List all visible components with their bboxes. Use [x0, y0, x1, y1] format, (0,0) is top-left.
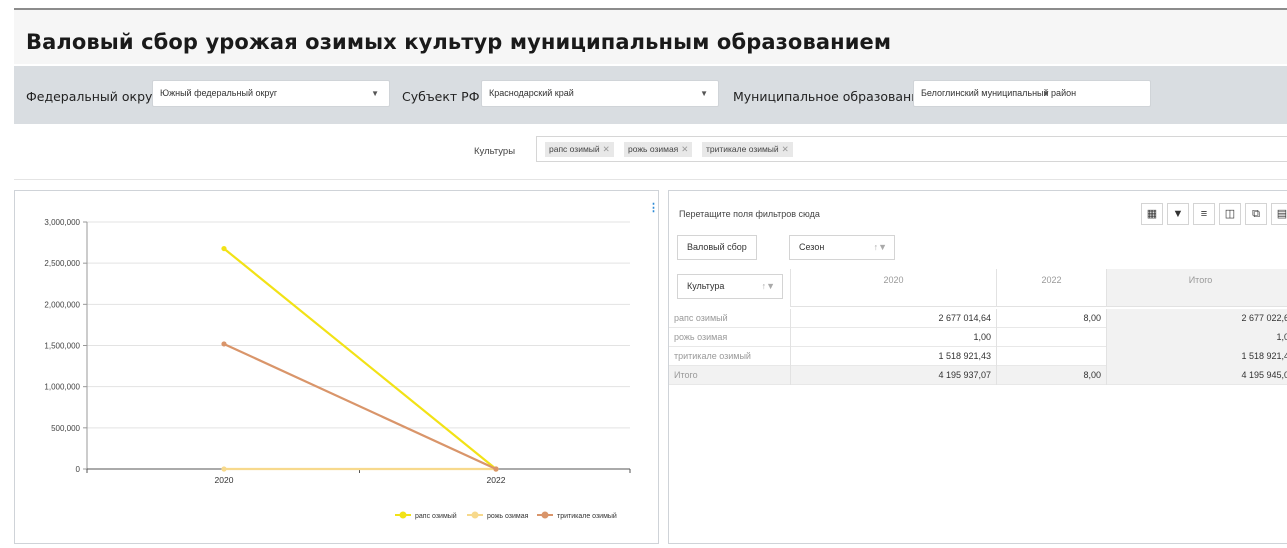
filter-drop-hint: Перетащите поля фильтров сюда: [679, 209, 820, 219]
table-row-total: Итого 4 195 937,07 8,00 4 195 945,0: [669, 366, 1287, 385]
remove-tag-icon[interactable]: ✕: [782, 144, 789, 154]
legend-marker: [400, 512, 407, 519]
y-tick-label: 0: [76, 465, 81, 474]
pivot-toolbar: ▦ ▼ ≡ ◫ ⧉ ▤: [1137, 203, 1287, 225]
more-vertical-icon[interactable]: ⋮: [648, 201, 659, 214]
series-line: [224, 344, 496, 469]
culture-tag[interactable]: рожь озимая✕: [624, 142, 692, 157]
data-point: [221, 246, 226, 251]
subject-select-value: Краснодарский край: [489, 88, 574, 98]
filter-bar: Федеральный округ Южный федеральный окру…: [14, 66, 1287, 124]
culture-tag[interactable]: рапс озимый✕: [545, 142, 614, 157]
municipality-label: Муниципальное образование: [733, 89, 927, 104]
table-row: рожь озимая 1,00 1,0: [669, 328, 1287, 347]
column-field-chip[interactable]: Сезон ↑▼: [789, 235, 895, 260]
y-tick-label: 1,500,000: [44, 342, 80, 351]
page-title: Валовый сбор урожая озимых культур муниц…: [26, 30, 891, 54]
y-tick-label: 2,500,000: [44, 259, 80, 268]
filter-icon[interactable]: ▼: [1167, 203, 1189, 225]
line-chart: 0 500,000 1,000,000 1,500,000 2,000,000 2,500…: [15, 191, 658, 543]
district-select-value: Южный федеральный округ: [160, 88, 277, 98]
data-point: [221, 341, 226, 346]
pivot-panel: Перетащите поля фильтров сюда ▦ ▼ ≡ ◫ ⧉ …: [668, 190, 1287, 544]
legend-label: рапс озимый: [415, 512, 457, 520]
remove-tag-icon[interactable]: ✕: [603, 144, 610, 154]
x-tick-label: 2022: [487, 475, 506, 485]
copy-icon[interactable]: ⧉: [1245, 203, 1267, 225]
subject-label: Субъект РФ: [402, 89, 479, 104]
chart-panel: ⋮ 0 500,000 1,000,000 1,500,000 2,000,000 2,5…: [14, 190, 659, 544]
title-bar: Валовый сбор урожая озимых культур муниц…: [14, 8, 1287, 64]
row-field-chip[interactable]: Культура ↑▼: [677, 274, 783, 299]
sort-filter-icon[interactable]: ↑▼: [874, 236, 887, 259]
table-row: тритикале озимый 1 518 921,43 1 518 921,…: [669, 347, 1287, 366]
measure-chip[interactable]: Валовый сбор: [677, 235, 757, 260]
series-line: [224, 249, 496, 469]
culture-filter-bar: Культуры рапс озимый✕ рожь озимая✕ трити…: [14, 124, 1287, 180]
column-header[interactable]: 2022: [996, 269, 1106, 307]
culture-tag[interactable]: тритикале озимый✕: [702, 142, 793, 157]
y-tick-label: 3,000,000: [44, 218, 80, 227]
data-point: [493, 466, 498, 471]
cultures-label: Культуры: [474, 146, 515, 157]
subject-select[interactable]: Краснодарский край ▼: [481, 80, 719, 107]
chevron-down-icon: ▼: [700, 81, 708, 106]
y-tick-label: 1,000,000: [44, 383, 80, 392]
legend-label: рожь озимая: [487, 513, 529, 520]
column-header-total[interactable]: Итого: [1106, 269, 1287, 307]
export-icon[interactable]: ◫: [1219, 203, 1241, 225]
x-tick-label: 2020: [215, 475, 234, 485]
header-divider: [790, 306, 1287, 307]
y-tick-label: 2,000,000: [44, 300, 80, 309]
table-row: рапс озимый 2 677 014,64 8,00 2 677 022,…: [669, 309, 1287, 328]
sort-filter-icon[interactable]: ↑▼: [762, 275, 775, 298]
legend-label: тритикале озимый: [557, 512, 617, 520]
chevron-down-icon: ▼: [1042, 81, 1050, 106]
table-settings-icon[interactable]: ▦: [1141, 203, 1163, 225]
fullscreen-icon[interactable]: ▤: [1271, 203, 1287, 225]
y-tick-label: 500,000: [51, 424, 80, 433]
legend-marker: [472, 512, 479, 519]
remove-tag-icon[interactable]: ✕: [681, 144, 688, 154]
municipality-select[interactable]: Белоглинский муниципальный район ▼: [913, 80, 1151, 107]
clear-filter-icon[interactable]: ≡: [1193, 203, 1215, 225]
district-select[interactable]: Южный федеральный округ ▼: [152, 80, 390, 107]
municipality-select-value: Белоглинский муниципальный район: [921, 88, 1076, 98]
app-frame: Валовый сбор урожая озимых культур муниц…: [0, 0, 1287, 544]
district-label: Федеральный округ: [26, 89, 159, 104]
legend-marker: [542, 512, 549, 519]
cultures-multiselect[interactable]: рапс озимый✕ рожь озимая✕ тритикале озим…: [536, 136, 1287, 162]
chevron-down-icon: ▼: [371, 81, 379, 106]
column-header[interactable]: 2020: [790, 269, 996, 307]
data-point: [221, 466, 226, 471]
